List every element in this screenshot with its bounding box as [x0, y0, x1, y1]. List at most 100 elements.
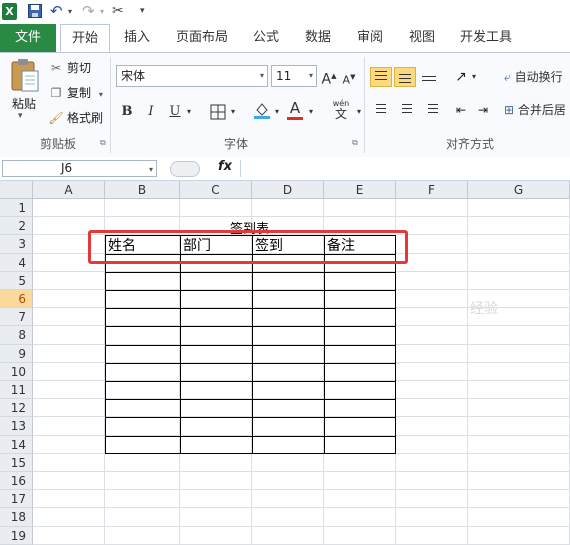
row-header-11[interactable]: 11 — [0, 381, 33, 400]
increase-indent-icon[interactable]: ⇥ — [472, 100, 494, 120]
grow-font-icon[interactable]: A▲ — [320, 66, 338, 88]
formula-bar-splitter[interactable] — [170, 161, 200, 177]
paste-dropdown-icon[interactable]: ▾ — [18, 111, 23, 121]
paste-icon[interactable] — [6, 57, 42, 95]
orientation-dropdown-icon[interactable]: ▾ — [470, 67, 478, 87]
column-header-b[interactable]: B — [105, 181, 180, 199]
borders-icon[interactable] — [208, 102, 228, 122]
row-header-15[interactable]: 15 — [0, 453, 33, 472]
clipboard-launcher-icon[interactable]: ⧉ — [100, 138, 106, 148]
row-header-17[interactable]: 17 — [0, 490, 33, 509]
worksheet-grid[interactable]: A B C D E F G 1 2 3 4 5 6 7 8 9 10 11 12 13 14 15 16 17 18 19 签到表姓… — [0, 181, 570, 545]
paste-button[interactable]: 粘贴 — [6, 95, 42, 112]
wrap-text-label: 自动换行 — [514, 70, 563, 84]
row-header-6[interactable]: 6 — [0, 290, 33, 309]
customize-qat-icon[interactable]: ▾ — [140, 3, 150, 20]
table-border-horizontal — [105, 381, 396, 382]
column-header-a[interactable]: A — [33, 181, 105, 199]
bold-button[interactable]: B — [118, 102, 136, 122]
table-border-horizontal — [105, 290, 396, 291]
row-header-12[interactable]: 12 — [0, 399, 33, 418]
ribbon-home: 粘贴 ▾ ✂ 剪切 ❐ 复制 ▾ 🖌 格式刷 剪贴板 ⧉ 宋体 ▾ 11 ▾ A▲ A… — [0, 53, 570, 158]
merge-center-button[interactable]: ⊞ 合并后居 — [504, 100, 570, 120]
wrap-text-button[interactable]: ⤶ 自动换行 — [504, 67, 570, 87]
alignment-group-label: 对齐方式 — [445, 137, 494, 151]
column-header-e[interactable]: E — [324, 181, 396, 199]
insert-function-icon[interactable]: fx — [218, 159, 232, 174]
underline-button[interactable]: U — [166, 102, 184, 122]
tools-icon[interactable]: ✂ — [112, 3, 134, 20]
chevron-down-icon: ▾ — [308, 71, 313, 80]
row-header-1[interactable]: 1 — [0, 199, 33, 218]
tab-page-layout[interactable]: 页面布局 — [170, 24, 234, 52]
redo-icon[interactable]: ↷ — [82, 3, 102, 20]
tab-view[interactable]: 视图 — [402, 24, 442, 52]
redo-dropdown-icon[interactable]: ▾ — [100, 3, 108, 20]
shrink-font-icon[interactable]: A▼ — [341, 67, 357, 87]
row-header-19[interactable]: 19 — [0, 526, 33, 545]
font-name-select[interactable]: 宋体 ▾ — [116, 65, 268, 87]
align-center-button[interactable] — [396, 100, 418, 120]
undo-icon[interactable]: ↶ — [50, 3, 70, 20]
fill-color-dropdown-icon[interactable]: ▾ — [272, 102, 282, 122]
format-painter-button[interactable]: 🖌 格式刷 — [48, 108, 103, 128]
tab-data[interactable]: 数据 — [298, 24, 338, 52]
tab-home[interactable]: 开始 — [60, 24, 110, 52]
row-header-9[interactable]: 9 — [0, 344, 33, 363]
align-bottom-button[interactable] — [418, 67, 440, 87]
row-header-16[interactable]: 16 — [0, 472, 33, 491]
align-left-button[interactable] — [372, 100, 394, 120]
table-border-horizontal — [105, 344, 396, 346]
table-border-horizontal — [105, 399, 396, 401]
cut-button[interactable]: ✂ 剪切 — [48, 58, 91, 78]
column-header-c[interactable]: C — [180, 181, 252, 199]
font-launcher-icon[interactable]: ⧉ — [352, 138, 358, 148]
font-color-icon[interactable]: A — [286, 98, 304, 120]
row-header-14[interactable]: 14 — [0, 435, 33, 454]
borders-dropdown-icon[interactable]: ▾ — [228, 102, 238, 122]
font-color-dropdown-icon[interactable]: ▾ — [306, 102, 316, 122]
select-all-corner[interactable] — [0, 181, 33, 199]
tab-formulas[interactable]: 公式 — [246, 24, 286, 52]
column-header-g[interactable]: G — [468, 181, 570, 199]
tab-developer[interactable]: 开发工具 — [454, 24, 518, 52]
align-right-button[interactable] — [420, 100, 442, 120]
undo-dropdown-icon[interactable]: ▾ — [68, 3, 76, 20]
italic-button[interactable]: I — [142, 102, 160, 122]
fill-color-icon[interactable] — [252, 100, 272, 120]
row-header-10[interactable]: 10 — [0, 362, 33, 381]
row-header-5[interactable]: 5 — [0, 271, 33, 290]
merge-center-label: 合并后居 — [517, 103, 566, 117]
table-border-horizontal — [105, 271, 396, 273]
phonetic-dropdown-icon[interactable]: ▾ — [354, 102, 364, 122]
row-header-7[interactable]: 7 — [0, 308, 33, 327]
tab-insert[interactable]: 插入 — [116, 24, 158, 52]
tab-file[interactable]: 文件 — [0, 24, 56, 52]
name-box[interactable]: J6 ▾ — [2, 160, 157, 177]
table-border-horizontal — [105, 452, 396, 454]
copy-button[interactable]: ❐ 复制 ▾ — [48, 83, 103, 103]
row-header-2[interactable]: 2 — [0, 217, 33, 236]
underline-dropdown-icon[interactable]: ▾ — [184, 102, 194, 122]
phonetic-guide-icon[interactable]: wén 文 — [328, 99, 354, 120]
gridline-horizontal — [33, 216, 570, 218]
row-header-3[interactable]: 3 — [0, 235, 33, 254]
column-header-f[interactable]: F — [396, 181, 468, 199]
save-icon[interactable] — [28, 3, 42, 20]
column-header-d[interactable]: D — [252, 181, 324, 199]
align-middle-button[interactable] — [394, 67, 416, 87]
font-name-value: 宋体 — [121, 69, 146, 83]
copy-label: 复制 — [67, 86, 92, 100]
row-header-13[interactable]: 13 — [0, 417, 33, 436]
copy-dropdown-icon[interactable]: ▾ — [99, 90, 103, 99]
align-top-button[interactable] — [370, 67, 392, 87]
row-header-18[interactable]: 18 — [0, 508, 33, 527]
decrease-indent-icon[interactable]: ⇤ — [450, 100, 472, 120]
orientation-icon[interactable]: ↗ — [450, 67, 472, 87]
formula-input[interactable] — [240, 160, 570, 177]
row-header-8[interactable]: 8 — [0, 326, 33, 345]
font-size-select[interactable]: 11 ▾ — [271, 65, 317, 87]
formula-bar: J6 ▾ fx — [0, 157, 570, 181]
row-header-4[interactable]: 4 — [0, 253, 33, 272]
tab-review[interactable]: 审阅 — [350, 24, 390, 52]
